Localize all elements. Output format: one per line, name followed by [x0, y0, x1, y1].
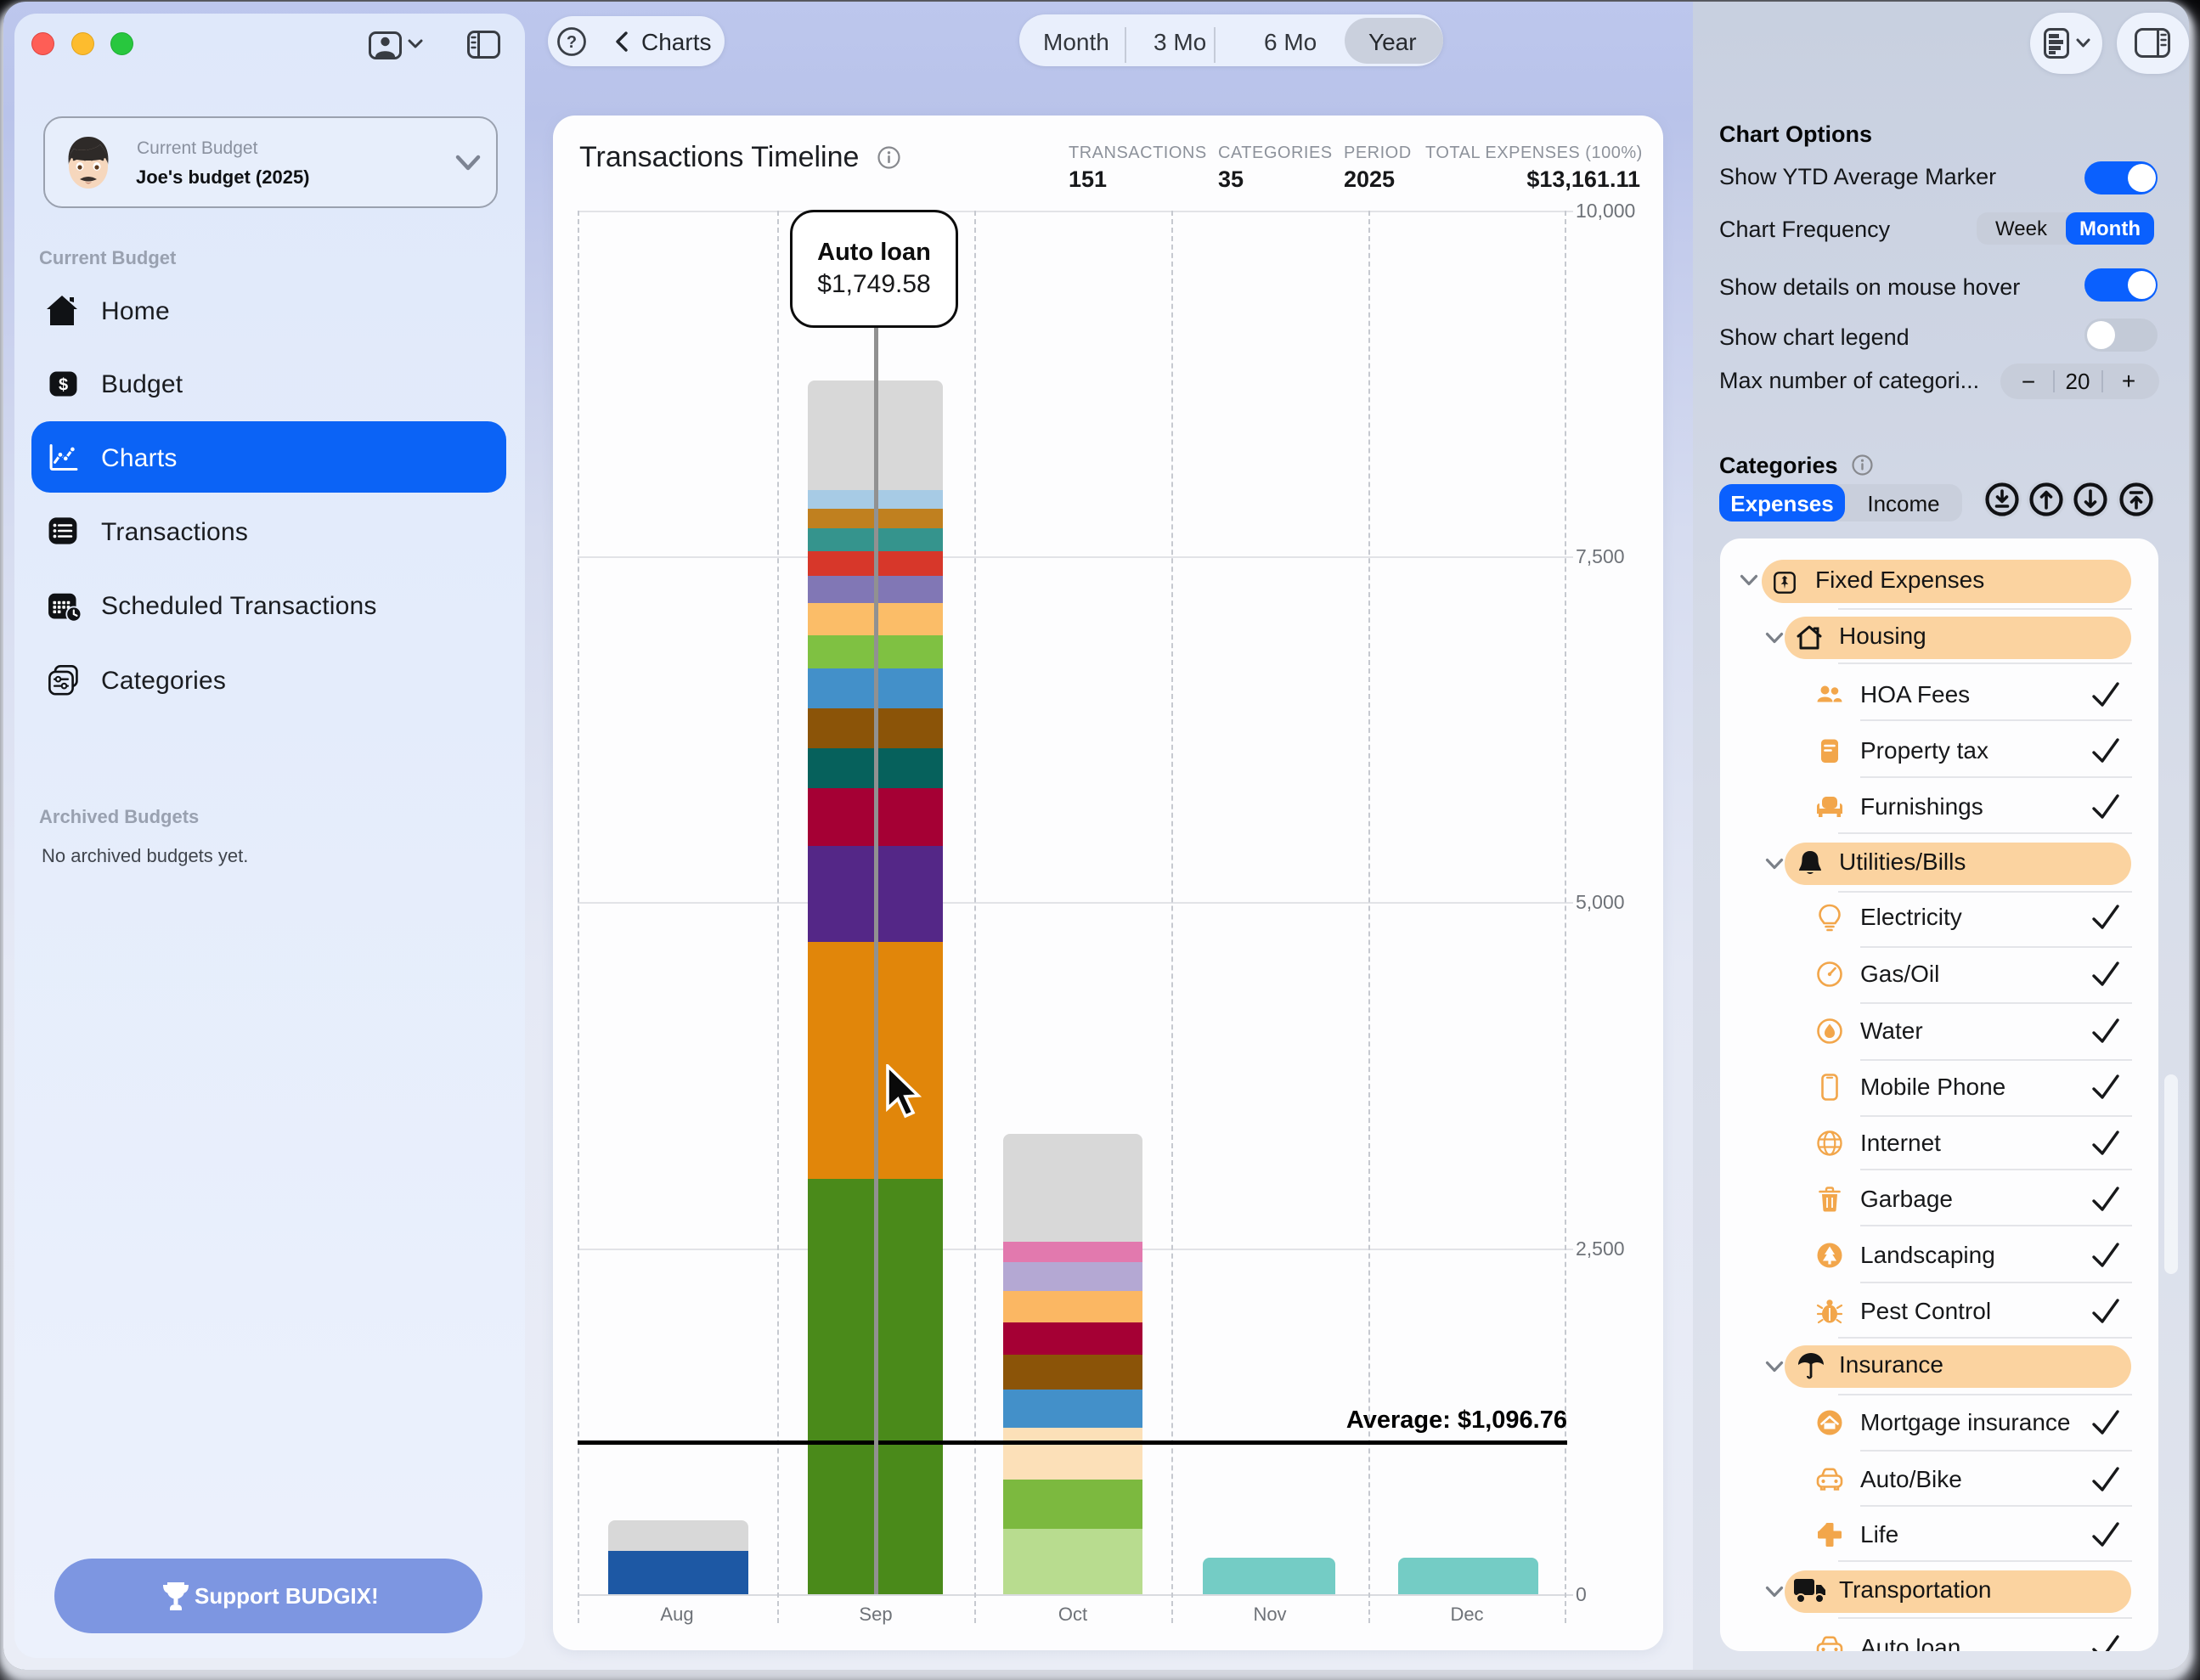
svg-text:?: ?: [567, 33, 577, 52]
svg-text:$: $: [59, 376, 68, 395]
